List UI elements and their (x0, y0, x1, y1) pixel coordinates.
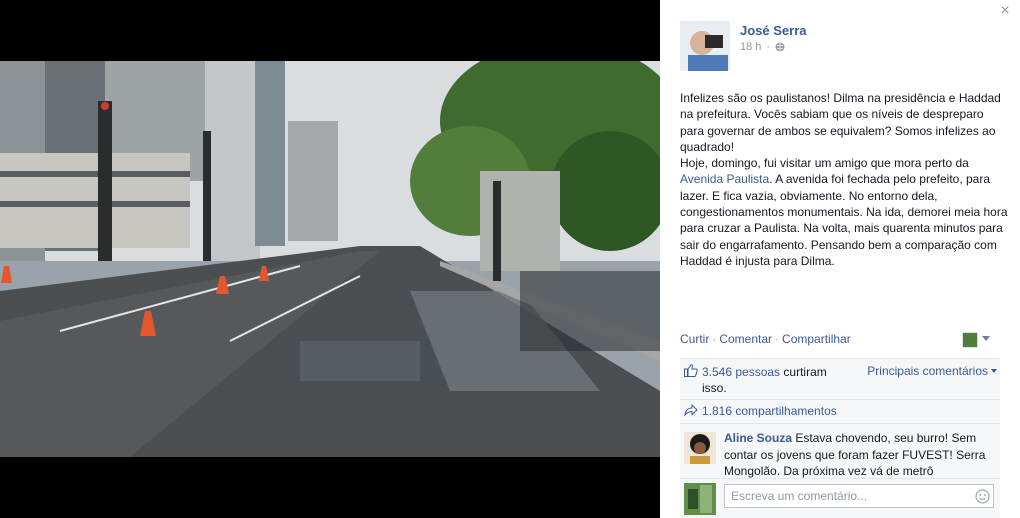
comment-composer: Escreva um comentário... (680, 478, 1000, 518)
post-time[interactable]: 18 h (740, 41, 761, 53)
comment-body: Aline Souza Estava chovendo, seu burro! … (724, 430, 996, 480)
likes-summary: 3.546 pessoas curtiram isso. (702, 364, 842, 396)
commenter-name[interactable]: Aline Souza (724, 431, 792, 445)
comment-input[interactable]: Escreva um comentário... (724, 484, 994, 508)
author-avatar-image (680, 21, 730, 71)
like-action[interactable]: Curtir (680, 332, 709, 346)
share-icon (684, 404, 698, 416)
comment-item: Aline Souza Estava chovendo, seu burro! … (680, 423, 1000, 483)
feedback-box: 3.546 pessoas curtiram isso. Principais … (680, 358, 1000, 483)
like-count[interactable]: 3.546 pessoas (702, 365, 780, 379)
commenter-avatar-image (684, 432, 716, 464)
author-name[interactable]: José Serra (740, 23, 807, 38)
share-action[interactable]: Compartilhar (782, 332, 851, 346)
post-panel: × José Serra 18 h · Infelizes são os pau… (660, 0, 1020, 518)
close-icon[interactable]: × (998, 3, 1012, 19)
viewer-avatar (684, 483, 716, 515)
viewer-avatar-image (684, 483, 716, 515)
post-message: Infelizes são os paulistanos! Dilma na p… (680, 90, 1008, 269)
post-meta: 18 h · (740, 41, 785, 53)
thumbs-up-icon (684, 364, 698, 377)
post-text-part-2: . A avenida foi fechada pelo prefeito, p… (680, 172, 1011, 268)
chevron-down-icon (991, 369, 997, 373)
top-comments-dropdown[interactable]: Principais comentários (867, 364, 997, 378)
actor-selector-avatar[interactable] (962, 332, 978, 348)
action-separator: · (712, 332, 717, 346)
post-text-part-1: Infelizes são os paulistanos! Dilma na p… (680, 91, 1001, 171)
comment-action[interactable]: Comentar (719, 332, 772, 346)
meta-separator: · (766, 41, 771, 53)
smiley-icon[interactable] (975, 489, 990, 504)
likes-row: 3.546 pessoas curtiram isso. Principais … (680, 358, 1000, 399)
author-avatar[interactable] (680, 21, 730, 71)
share-count[interactable]: 1.816 compartilhamentos (702, 404, 837, 418)
commenter-avatar[interactable] (684, 432, 716, 464)
photo-stage (0, 0, 660, 518)
photo-street-scene (0, 61, 660, 457)
globe-icon[interactable] (775, 42, 785, 52)
action-separator: · (775, 332, 780, 346)
post-photo[interactable] (0, 61, 660, 457)
shares-row: 1.816 compartilhamentos (680, 399, 1000, 423)
post-actions: Curtir · Comentar · Compartilhar (680, 332, 851, 346)
top-comments-label: Principais comentários (867, 364, 988, 378)
avenida-paulista-link[interactable]: Avenida Paulista (680, 172, 769, 186)
chevron-down-icon[interactable] (982, 336, 990, 341)
